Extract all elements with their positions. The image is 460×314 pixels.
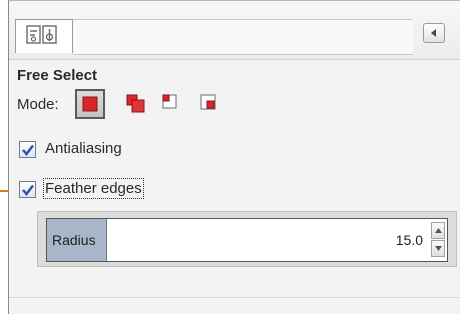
intersect-selection-icon (200, 94, 216, 110)
checkmark-icon (22, 184, 34, 196)
radius-spinner (431, 222, 445, 258)
subtract-from-selection-icon (162, 94, 177, 109)
divider (9, 297, 460, 298)
screenshot-stage: Free Select Mode: Antialiasing Feather e… (0, 0, 460, 314)
radius-label: Radius (52, 232, 96, 248)
feather-radius-group: Radius 15.0 (37, 211, 457, 267)
spin-up-icon (435, 228, 442, 233)
mode-replace-button[interactable] (75, 89, 105, 119)
mode-intersect-button[interactable] (195, 89, 225, 119)
tool-title: Free Select (17, 67, 98, 84)
radius-increment-button[interactable] (431, 222, 445, 239)
replace-selection-icon (82, 96, 98, 112)
tool-options-panel: Free Select Mode: Antialiasing Feather e… (8, 0, 460, 314)
tab-tool-options[interactable] (15, 19, 73, 53)
antialiasing-checkbox[interactable] (19, 141, 36, 158)
dock-tab-bar (9, 1, 460, 60)
add-to-selection-icon (126, 94, 145, 113)
mode-subtract-button[interactable] (157, 89, 187, 119)
tab-menu-button[interactable] (423, 23, 445, 43)
mode-label: Mode: (17, 96, 59, 113)
radius-slider[interactable]: Radius 15.0 (46, 218, 448, 262)
tool-options-icon (26, 25, 57, 44)
tab-strip (73, 19, 413, 55)
feather-edges-label: Feather edges (43, 178, 144, 199)
radius-value[interactable]: 15.0 (396, 232, 423, 248)
checkmark-icon (22, 144, 34, 156)
tab-menu-arrow-icon (431, 29, 436, 37)
antialiasing-label: Antialiasing (45, 140, 122, 157)
radius-decrement-button[interactable] (431, 240, 445, 257)
spin-down-icon (435, 246, 442, 251)
feather-edges-checkbox[interactable] (19, 181, 36, 198)
mode-add-button[interactable] (121, 89, 151, 119)
